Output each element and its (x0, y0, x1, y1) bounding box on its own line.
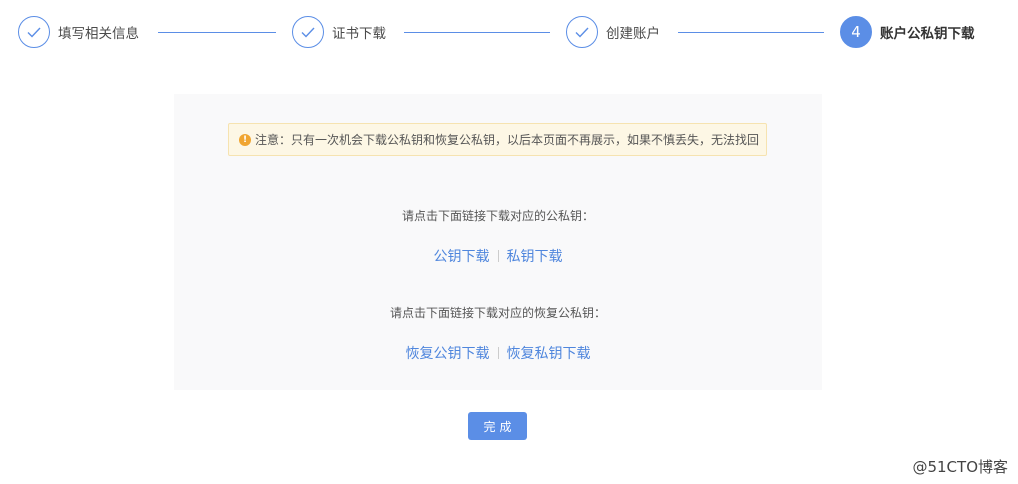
private-key-download-link[interactable]: 私钥下载 (507, 249, 563, 265)
recovery-prompt: 请点击下面链接下载对应的恢复公私钥： (389, 306, 606, 320)
key-download-panel: ! 注意：只有一次机会下载公私钥和恢复公私钥，以后本页面不再展示，如果不慎丢失，… (174, 94, 822, 390)
step-4-number: 4 (840, 16, 872, 48)
download-links: 公钥下载 私钥下载 (174, 246, 822, 266)
public-key-download-link[interactable]: 公钥下载 (434, 249, 490, 265)
download-prompt: 请点击下面链接下载对应的公私钥： (401, 209, 594, 223)
warning-icon: ! (239, 133, 251, 146)
done-button[interactable]: 完成 (468, 412, 527, 440)
step-2: 证书下载 (292, 15, 386, 49)
recovery-links: 恢复公钥下载 恢复私钥下载 (174, 343, 822, 363)
step-3-check-icon (566, 16, 598, 48)
notice-text: 注意：只有一次机会下载公私钥和恢复公私钥，以后本页面不再展示，如果不慎丢失，无法… (255, 133, 760, 147)
step-3: 创建账户 (566, 15, 660, 49)
step-2-label: 证书下载 (332, 26, 386, 42)
recovery-private-key-download-link[interactable]: 恢复私钥下载 (507, 346, 591, 362)
notice-banner: ! 注意：只有一次机会下载公私钥和恢复公私钥，以后本页面不再展示，如果不慎丢失，… (228, 123, 767, 156)
step-4-label: 账户公私钥下载 (880, 26, 975, 42)
step-1-check-icon (18, 16, 50, 48)
recovery-public-key-download-link[interactable]: 恢复公钥下载 (406, 346, 490, 362)
step-4: 4 账户公私钥下载 (840, 15, 975, 49)
step-1-label: 填写相关信息 (58, 26, 139, 42)
step-3-label: 创建账户 (606, 26, 660, 42)
step-1: 填写相关信息 (18, 15, 139, 49)
page: 填写相关信息 证书下载 创建账户 4 账户公私钥下载 ! 注意：只有一次机会下载… (0, 0, 1018, 484)
watermark: @51CTO博客 (912, 458, 1008, 476)
step-connector (404, 32, 550, 33)
steps-progress: 填写相关信息 证书下载 创建账户 4 账户公私钥下载 (18, 15, 1008, 49)
step-2-check-icon (292, 16, 324, 48)
step-connector (158, 32, 276, 33)
step-connector (678, 32, 824, 33)
link-divider (497, 250, 499, 262)
link-divider (497, 347, 499, 359)
